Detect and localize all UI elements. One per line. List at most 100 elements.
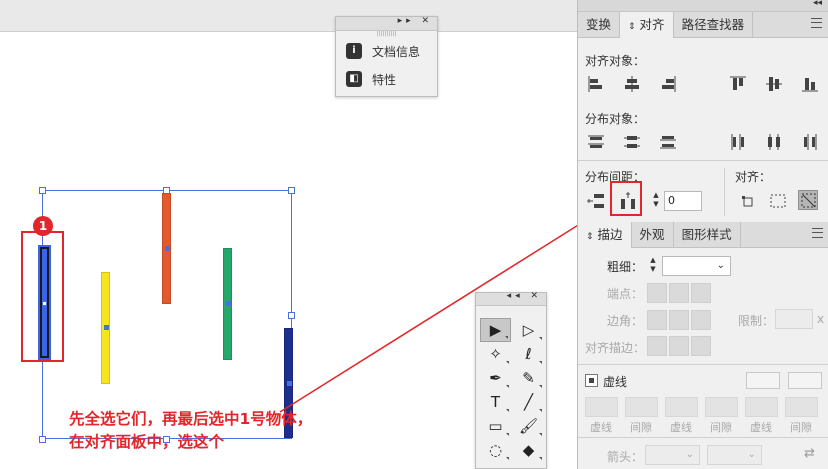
flyout-indicator — [506, 433, 509, 436]
bar-object-yellow[interactable] — [101, 272, 110, 384]
panel-header-controls[interactable]: ◂◂ ✕ — [507, 291, 542, 301]
limit-unit: x — [817, 312, 825, 326]
start-arrowhead-dropdown: ⌄ — [645, 445, 700, 465]
horizontal-distribute-center-button[interactable] — [764, 132, 784, 152]
panel-header[interactable]: ◂◂ ✕ — [476, 291, 546, 306]
tab-transform[interactable]: 变换 — [578, 12, 621, 37]
tab-pathfinder[interactable]: 路径查找器 — [674, 12, 754, 37]
dock-header[interactable]: ◂◂ — [578, 0, 828, 12]
vertical-align-center-icon — [766, 77, 782, 91]
pen-tool[interactable]: ✒ — [480, 366, 511, 390]
gap-label: 间隙 — [710, 421, 732, 434]
vertical-distribute-bottom-button[interactable] — [658, 132, 678, 152]
panel-header-controls[interactable]: ▸▸ ✕ — [398, 16, 433, 26]
selection-handle-middle-right[interactable] — [288, 312, 295, 319]
align-to-selection-button[interactable] — [738, 191, 758, 211]
arrowhead-label: 箭头： — [607, 450, 644, 464]
horizontal-distribute-right-button[interactable] — [800, 132, 820, 152]
round-join-button — [669, 310, 689, 330]
chevron-down-icon: ⌄ — [747, 449, 756, 460]
stroke-panel-tabs: ⇕ 描边 外观 图形样式 — [578, 222, 828, 248]
miter-join-button — [647, 310, 667, 330]
horizontal-distribute-left-button[interactable] — [728, 132, 748, 152]
panel-item-document-info[interactable]: i 文档信息 — [336, 37, 437, 65]
flyout-indicator — [539, 385, 542, 388]
horizontal-align-right-button[interactable] — [658, 74, 678, 94]
flyout-indicator — [539, 361, 542, 364]
vertical-distribute-center-button[interactable] — [622, 132, 642, 152]
direct-selection-tool[interactable]: ▷ — [513, 318, 544, 342]
eraser-icon: ◆ — [522, 441, 535, 459]
cap-label: 端点： — [607, 287, 644, 301]
horizontal-align-center-button[interactable] — [622, 74, 642, 94]
line-tool[interactable]: ╱ — [513, 390, 544, 414]
gap-label: 间隙 — [630, 421, 652, 434]
panel-item-properties[interactable]: ◧ 特性 — [336, 65, 437, 93]
selection-handle-bottom-left[interactable] — [39, 436, 46, 443]
panel-menu-icon[interactable] — [812, 228, 823, 238]
curvature-tool[interactable]: ✎ — [513, 366, 544, 390]
eraser-tool[interactable]: ◆ — [513, 438, 544, 462]
align-stroke-outside-button — [691, 336, 711, 356]
gap-input-1 — [625, 397, 658, 417]
spacing-stepper[interactable]: ▲ ▼ — [649, 191, 663, 211]
limit-input — [775, 309, 813, 329]
vertical-distribute-space-button[interactable] — [586, 191, 606, 211]
bar-object-orange[interactable] — [162, 193, 171, 304]
dash-preserve-button[interactable] — [746, 372, 780, 389]
vertical-align-top-icon — [730, 76, 746, 90]
horizontal-distribute-center-icon — [768, 134, 780, 150]
magic-wand-tool[interactable]: ✧ — [480, 342, 511, 366]
dashed-line-checkbox[interactable] — [585, 374, 598, 387]
tab-stroke[interactable]: ⇕ 描边 — [578, 222, 632, 248]
line-icon: ╱ — [523, 393, 534, 411]
selection-handle-top-right[interactable] — [288, 187, 295, 194]
align-to-artboard-button[interactable] — [798, 190, 818, 210]
spacing-input[interactable]: 0 — [664, 191, 702, 211]
tools-grid: ▶ ▷ ✧ ℓ ✒ ✎ T ╱ ▭ 🖌 ◌ ◆ — [476, 306, 546, 462]
paintbrush-tool[interactable]: 🖌 — [513, 414, 544, 438]
instruction-line-1: 先全选它们，再最后选中1号物体， — [69, 410, 313, 428]
vertical-distribute-center-icon — [624, 136, 640, 148]
tab-graphic-styles[interactable]: 图形样式 — [674, 222, 741, 247]
tab-align-label: 对齐 — [639, 17, 665, 32]
magic-wand-icon: ✧ — [489, 345, 502, 363]
tab-appearance[interactable]: 外观 — [632, 222, 674, 247]
shaper-icon: ◌ — [488, 441, 503, 459]
dash-label: 虚线 — [590, 421, 612, 434]
bar-object-green[interactable] — [223, 248, 232, 360]
round-cap-button — [669, 283, 689, 303]
tab-align[interactable]: ⇕ 对齐 — [620, 12, 674, 38]
document-info-panel[interactable]: ▸▸ ✕ |||||||||| i 文档信息 ◧ 特性 — [335, 16, 438, 97]
paintbrush-icon: 🖌 — [518, 417, 539, 435]
properties-icon: ◧ — [346, 71, 362, 87]
horizontal-distribute-left-icon — [731, 134, 744, 150]
align-to-key-object-button[interactable] — [768, 191, 788, 211]
lasso-icon: ℓ — [525, 345, 532, 363]
align-stroke-center-button — [647, 336, 667, 356]
collapse-icon[interactable]: ◂◂ — [813, 0, 822, 8]
dash-align-corners-button[interactable] — [788, 372, 822, 389]
weight-dropdown[interactable]: ⌄ — [662, 256, 731, 276]
vertical-distribute-top-button[interactable] — [586, 132, 606, 152]
rectangle-tool[interactable]: ▭ — [480, 414, 511, 438]
dash-input-3 — [745, 397, 778, 417]
vertical-distribute-bottom-icon — [660, 136, 676, 149]
shaper-tool[interactable]: ◌ — [480, 438, 511, 462]
dash-label: 虚线 — [670, 421, 692, 434]
vertical-align-center-button[interactable] — [764, 74, 784, 94]
vertical-align-bottom-button[interactable] — [800, 74, 820, 94]
type-tool[interactable]: T — [480, 390, 511, 414]
align-to-artboard-icon — [801, 193, 816, 208]
horizontal-align-left-button[interactable] — [586, 74, 606, 94]
selection-handle-top-left[interactable] — [39, 187, 46, 194]
tools-panel[interactable]: ◂◂ ✕ ▶ ▷ ✧ ℓ ✒ ✎ T ╱ ▭ 🖌 ◌ ◆ — [475, 291, 547, 469]
lasso-tool[interactable]: ℓ — [513, 342, 544, 366]
panel-header[interactable]: ▸▸ ✕ — [336, 16, 437, 31]
panel-menu-icon[interactable] — [811, 18, 822, 28]
selection-tool[interactable]: ▶ — [480, 318, 511, 342]
direct-selection-icon: ▷ — [522, 321, 535, 339]
vertical-align-top-button[interactable] — [728, 74, 748, 94]
bar-center-point — [226, 301, 231, 306]
weight-stepper[interactable]: ▲ ▼ — [646, 256, 660, 276]
